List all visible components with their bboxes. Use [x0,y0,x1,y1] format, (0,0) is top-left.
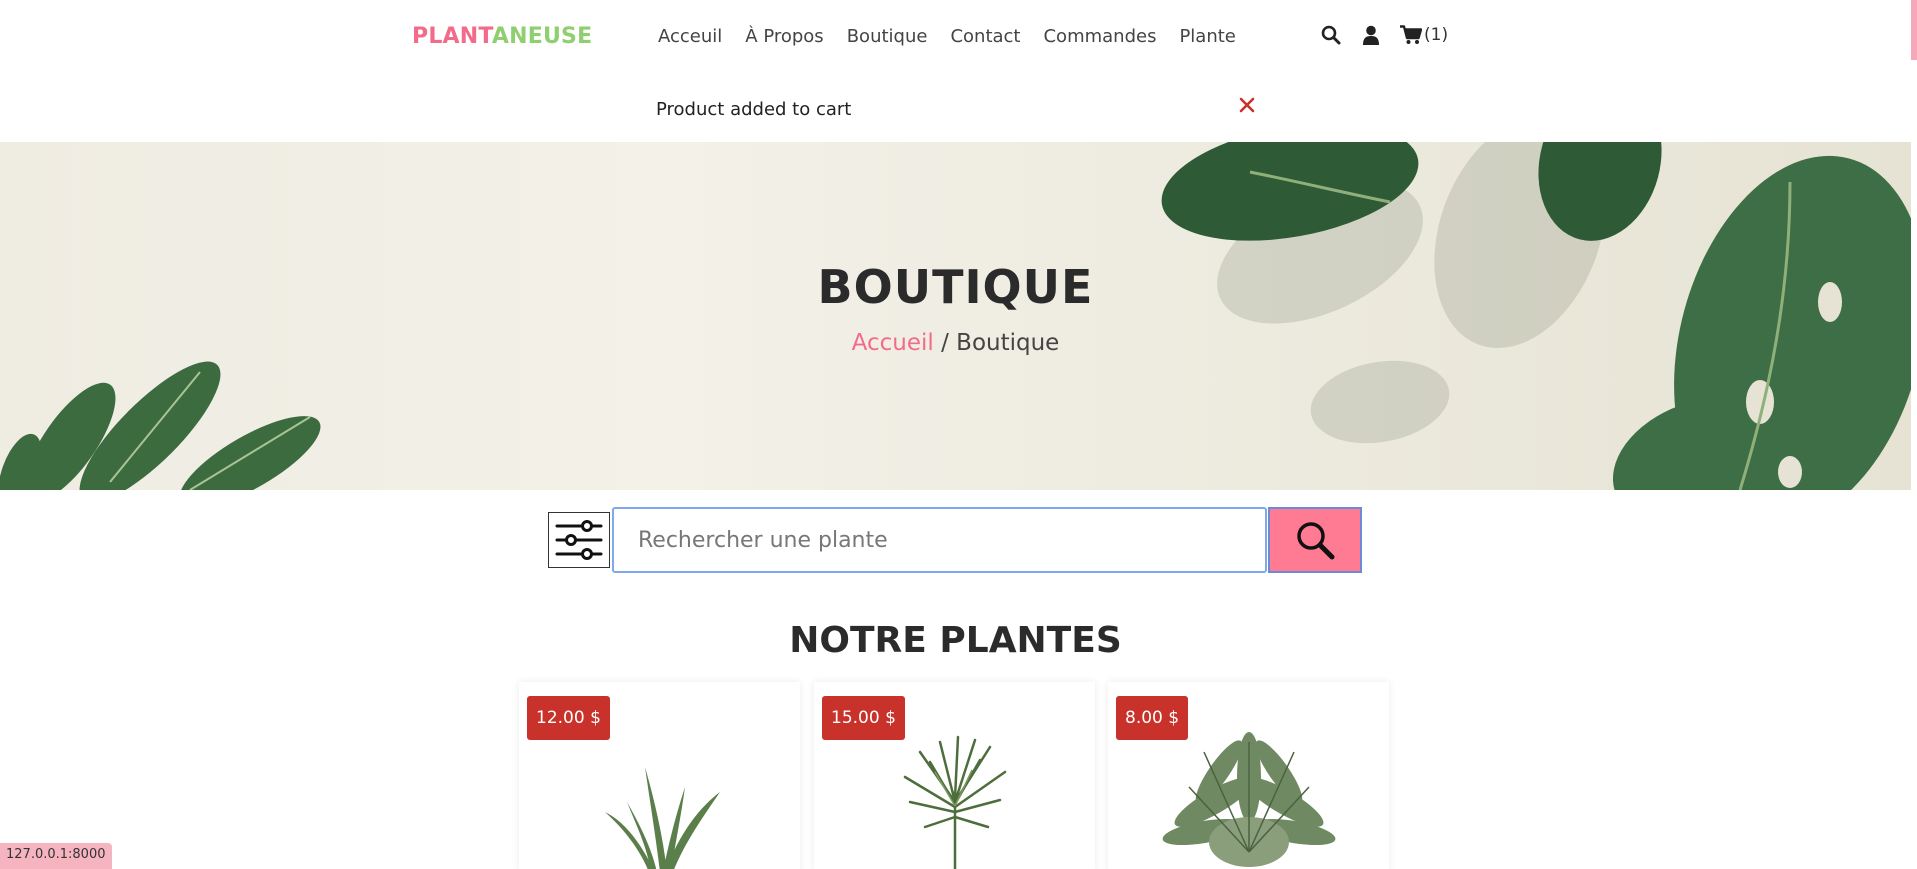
breadcrumb: Accueil / Boutique [0,330,1911,356]
page-banner: BOUTIQUE Accueil / Boutique [0,142,1911,490]
price-badge: 12.00 $ [527,696,610,740]
nav-item-commandes[interactable]: Commandes [1043,26,1156,47]
product-card[interactable]: 12.00 $ [519,682,800,869]
product-card[interactable]: 15.00 $ [814,682,1095,869]
user-icon[interactable] [1360,24,1382,46]
nav-item-boutique[interactable]: Boutique [847,26,928,47]
cart-icon [1400,24,1422,46]
close-icon[interactable] [1236,94,1258,116]
status-bar-url: 127.0.0.1:8000 [0,843,112,869]
cart-button[interactable]: (1) [1400,24,1448,46]
search-input[interactable] [612,507,1267,573]
header-icons: (1) [1320,24,1448,46]
nav-item-a-propos[interactable]: À Propos [745,26,823,47]
products-section-title: NOTRE PLANTES [789,620,1122,661]
breadcrumb-separator: / [933,330,957,356]
site-header: PLANTANEUSE Acceuil À Propos Boutique Co… [0,0,1911,76]
search-submit-button[interactable] [1268,507,1362,573]
cart-notification: Product added to cart [0,76,1911,142]
notification-message: Product added to cart [656,99,852,120]
nav-item-plante[interactable]: Plante [1179,26,1235,47]
logo-part-plant: PLANT [412,24,492,49]
filter-sliders-icon [555,520,603,560]
aloe-plant-image [604,767,720,869]
logo-part-aneuse: ANEUSE [491,24,593,49]
page-title: BOUTIQUE [817,260,1094,314]
search-bar [548,507,1362,573]
product-card[interactable]: 8.00 $ [1108,682,1389,869]
nav-item-acceuil[interactable]: Acceuil [658,26,722,47]
site-logo[interactable]: PLANTANEUSE [412,24,592,49]
search-icon [1297,522,1335,560]
palm-plant-image [1162,732,1335,867]
search-icon[interactable] [1320,24,1342,46]
breadcrumb-home-link[interactable]: Accueil [852,330,934,356]
banner-leaves-image [0,142,1911,490]
filter-button[interactable] [548,512,610,568]
scrollbar-thumb[interactable] [1911,0,1917,60]
cart-count: (1) [1424,25,1449,45]
breadcrumb-current: Boutique [956,330,1060,356]
dracaena-plant-image [903,735,1006,869]
nav-item-contact[interactable]: Contact [950,26,1020,47]
main-nav: Acceuil À Propos Boutique Contact Comman… [658,26,1236,47]
